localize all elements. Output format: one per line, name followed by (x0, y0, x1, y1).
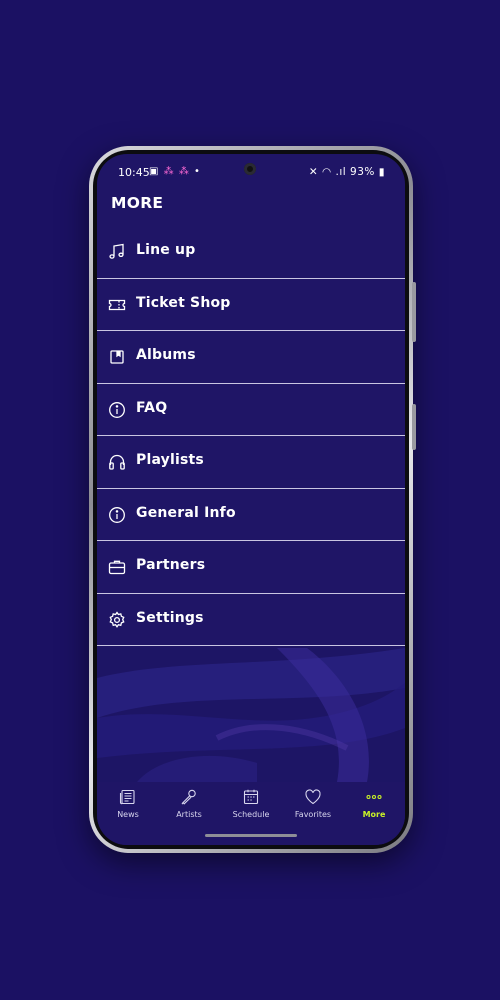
battery-icon: ▮ (378, 166, 385, 178)
background-artwork (97, 648, 405, 782)
nav-label: News (117, 810, 139, 819)
menu-item-label: Partners (136, 557, 206, 573)
wifi-icon: ◠ (321, 166, 332, 178)
mute-icon: ✕ (308, 166, 319, 178)
front-camera (244, 163, 256, 175)
calendar-icon (243, 789, 259, 805)
menu-item-label: Albums (136, 347, 196, 363)
menu-item-label: Settings (136, 609, 204, 626)
more-dots-icon (366, 794, 382, 800)
menu-item-general-info[interactable]: General Info (97, 489, 405, 541)
nav-label: More (362, 810, 386, 819)
headphones-icon (109, 454, 125, 470)
album-icon (110, 350, 124, 364)
microphone-icon (181, 789, 196, 805)
more-notifications-dot: • (194, 166, 201, 177)
music-note-icon (109, 243, 124, 259)
heart-icon (305, 789, 321, 805)
menu-item-albums[interactable]: Albums (97, 331, 405, 384)
info-icon (109, 506, 125, 523)
briefcase-icon (108, 560, 126, 575)
nav-favorites[interactable]: Favorites (283, 786, 343, 826)
nav-more[interactable]: More (344, 786, 404, 826)
nav-label: Artists (176, 810, 202, 819)
volume-button (412, 282, 416, 342)
nav-label: Favorites (294, 810, 332, 819)
home-indicator[interactable] (205, 834, 297, 837)
gear-icon (109, 610, 125, 628)
menu-item-label: Ticket Shop (136, 294, 231, 311)
notification-icons: ▣ ⁂ ⁂ • (149, 166, 201, 177)
nav-news[interactable]: News (98, 786, 158, 826)
more-menu: Line up Ticket Shop Albums FAQ Playlists… (97, 226, 405, 646)
menu-item-settings[interactable]: Settings (97, 594, 405, 646)
menu-item-label: FAQ (136, 399, 168, 416)
bottom-navigation: News Artists Schedule Favorites More (97, 782, 405, 845)
menu-item-label: Line up (136, 242, 196, 258)
menu-item-partners[interactable]: Partners (97, 541, 405, 594)
nav-label: Schedule (232, 810, 270, 819)
status-time: 10:45 (118, 166, 150, 179)
battery-percent: 93% (350, 166, 375, 178)
menu-item-faq[interactable]: FAQ (97, 384, 405, 436)
menu-item-line-up[interactable]: Line up (97, 226, 405, 279)
app-notification-icon: ⁂ ⁂ (163, 166, 190, 177)
menu-item-label: General Info (136, 504, 236, 521)
nav-schedule[interactable]: Schedule (221, 786, 281, 826)
status-bar: 10:45 ▣ ⁂ ⁂ • ✕ ◠ .ıl 93% ▮ (97, 154, 405, 190)
signal-icon: .ıl (335, 166, 347, 178)
menu-item-ticket-shop[interactable]: Ticket Shop (97, 279, 405, 331)
status-right: ✕ ◠ .ıl 93% ▮ (309, 166, 385, 178)
ticket-icon (108, 299, 126, 310)
menu-item-label: Playlists (136, 452, 204, 468)
newspaper-icon (119, 789, 135, 805)
page-title: MORE (111, 194, 164, 212)
info-icon (109, 401, 125, 418)
menu-item-playlists[interactable]: Playlists (97, 436, 405, 489)
power-button (412, 404, 416, 450)
image-notification-icon: ▣ (149, 166, 160, 177)
app-screen: 10:45 ▣ ⁂ ⁂ • ✕ ◠ .ıl 93% ▮ MORE Line up (97, 154, 405, 845)
nav-artists[interactable]: Artists (159, 786, 219, 826)
